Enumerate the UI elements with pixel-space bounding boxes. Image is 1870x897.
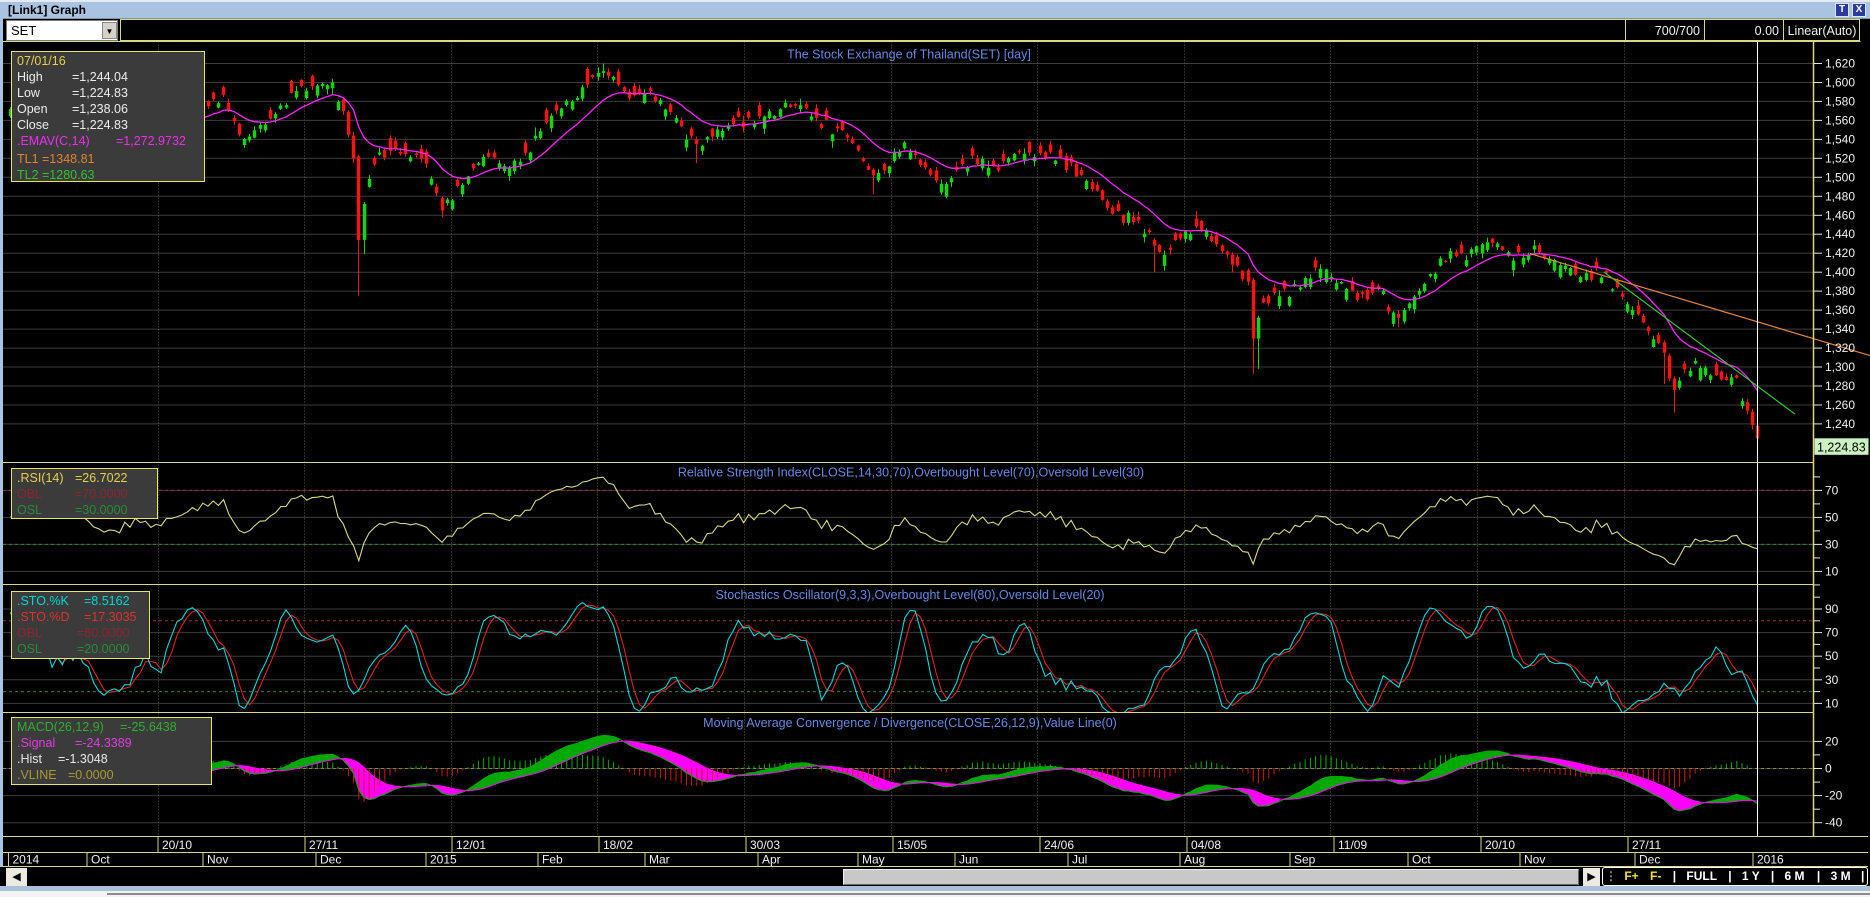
svg-text:1,440: 1,440 xyxy=(1825,227,1855,241)
svg-text:10: 10 xyxy=(1825,564,1839,578)
svg-text:11/09: 11/09 xyxy=(1338,838,1367,852)
svg-text:27/11: 27/11 xyxy=(309,838,338,852)
svg-text:Relative Strength Index(CLOSE,: Relative Strength Index(CLOSE,14,30,70),… xyxy=(678,466,1144,480)
svg-text:70: 70 xyxy=(1825,626,1839,640)
svg-text:Moving Average Convergence / D: Moving Average Convergence / Divergence(… xyxy=(703,716,1117,730)
svg-text:0: 0 xyxy=(1825,762,1832,776)
svg-text:04/08: 04/08 xyxy=(1191,838,1221,852)
svg-text:Stochastics Oscillator(9,3,3),: Stochastics Oscillator(9,3,3),Overbought… xyxy=(715,588,1104,602)
svg-text:24/06: 24/06 xyxy=(1044,838,1074,852)
svg-text:1,360: 1,360 xyxy=(1825,303,1855,317)
svg-text:-20: -20 xyxy=(1825,789,1843,803)
svg-text:1,600: 1,600 xyxy=(1825,76,1855,90)
svg-text:Jul: Jul xyxy=(1072,853,1087,867)
svg-text:1,280: 1,280 xyxy=(1825,379,1855,393)
svg-text:1,460: 1,460 xyxy=(1825,208,1855,222)
svg-text:2016: 2016 xyxy=(1757,853,1784,867)
svg-text:1,580: 1,580 xyxy=(1825,94,1855,108)
svg-text:1,560: 1,560 xyxy=(1825,113,1855,127)
svg-text:20/10: 20/10 xyxy=(162,838,192,852)
svg-text:30: 30 xyxy=(1825,537,1839,551)
svg-text:1,500: 1,500 xyxy=(1825,170,1855,184)
svg-text:Oct: Oct xyxy=(91,853,110,867)
svg-text:50: 50 xyxy=(1825,649,1839,663)
svg-text:-40: -40 xyxy=(1825,816,1843,830)
svg-text:Jun: Jun xyxy=(959,853,978,867)
svg-text:1,340: 1,340 xyxy=(1825,322,1855,336)
svg-text:1,620: 1,620 xyxy=(1825,57,1855,71)
svg-text:12/01: 12/01 xyxy=(456,838,486,852)
svg-text:1,400: 1,400 xyxy=(1825,265,1855,279)
svg-text:Sep: Sep xyxy=(1294,853,1316,867)
svg-text:1,520: 1,520 xyxy=(1825,151,1855,165)
svg-text:Mar: Mar xyxy=(649,853,670,867)
svg-text:The Stock Exchange of Thailand: The Stock Exchange of Thailand(SET) [day… xyxy=(787,48,1031,62)
svg-text:90: 90 xyxy=(1825,602,1839,616)
svg-text:1,420: 1,420 xyxy=(1825,246,1855,260)
svg-text:1,240: 1,240 xyxy=(1825,417,1855,431)
svg-text:10: 10 xyxy=(1825,696,1839,710)
svg-text:1,480: 1,480 xyxy=(1825,189,1855,203)
svg-text:20: 20 xyxy=(1825,734,1839,748)
svg-text:May: May xyxy=(862,853,885,867)
svg-text:1,260: 1,260 xyxy=(1825,398,1855,412)
svg-text:Dec: Dec xyxy=(320,853,341,867)
svg-text:2014: 2014 xyxy=(13,853,40,867)
svg-text:Dec: Dec xyxy=(1639,853,1660,867)
svg-text:Feb: Feb xyxy=(542,853,563,867)
svg-text:1,540: 1,540 xyxy=(1825,132,1855,146)
svg-text:Nov: Nov xyxy=(207,853,228,867)
svg-text:1,300: 1,300 xyxy=(1825,360,1855,374)
svg-text:30/03: 30/03 xyxy=(750,838,780,852)
svg-text:70: 70 xyxy=(1825,483,1839,497)
svg-text:Oct: Oct xyxy=(1412,853,1431,867)
svg-text:50: 50 xyxy=(1825,510,1839,524)
svg-text:27/11: 27/11 xyxy=(1632,838,1661,852)
svg-text:Aug: Aug xyxy=(1184,853,1205,867)
svg-text:Apr: Apr xyxy=(762,853,781,867)
svg-text:2015: 2015 xyxy=(430,853,457,867)
svg-text:1,224.83: 1,224.83 xyxy=(1817,440,1866,454)
svg-text:Nov: Nov xyxy=(1524,853,1545,867)
svg-text:30: 30 xyxy=(1825,673,1839,687)
svg-text:18/02: 18/02 xyxy=(603,838,633,852)
svg-text:20/10: 20/10 xyxy=(1485,838,1515,852)
svg-text:1,380: 1,380 xyxy=(1825,284,1855,298)
svg-text:1,320: 1,320 xyxy=(1825,341,1855,355)
svg-text:15/05: 15/05 xyxy=(897,838,927,852)
